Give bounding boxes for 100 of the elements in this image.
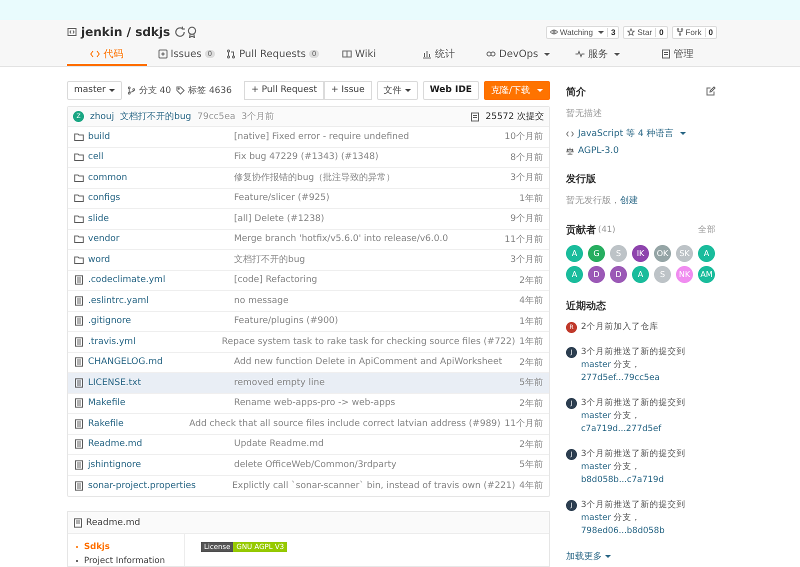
activity-link[interactable]: 277d5ef...79cc5ea: [581, 373, 660, 383]
repo-title[interactable]: jenkin / sdkjs: [81, 25, 170, 39]
commit-message[interactable]: 文档打不开的bug: [234, 253, 506, 266]
branch-dropdown[interactable]: master: [67, 80, 122, 100]
activity-link[interactable]: master: [581, 360, 611, 370]
file-icon: [74, 460, 84, 470]
file-name[interactable]: common: [88, 172, 230, 183]
edit-icon: [706, 86, 716, 96]
file-name[interactable]: .eslintrc.yaml: [88, 296, 230, 306]
create-link[interactable]: 创建: [620, 196, 638, 206]
file-name[interactable]: Rakefile: [88, 418, 186, 429]
commit-message[interactable]: Feature/slicer (#925): [234, 193, 516, 204]
file-row[interactable]: Rakefile Add check that all source files include correct latvian address (#989) 11个月前: [68, 414, 549, 434]
web-ide-button[interactable]: Web IDE: [422, 80, 479, 100]
nav-tab[interactable]: 管理: [637, 44, 717, 66]
all-link[interactable]: 全部: [698, 224, 716, 236]
contributor-avatar[interactable]: IK: [632, 245, 649, 262]
commit-message[interactable]: Repace system task to rake task for checking source files (#722): [222, 336, 516, 347]
file-row[interactable]: Makefile Rename web-apps-pro -> web-apps 2年前: [68, 394, 549, 414]
activity-link[interactable]: 798ed06...b8d058b: [581, 526, 665, 536]
file-row[interactable]: vendor Merge branch 'hotfix/v5.6.0' into release/v6.0.0 11个月前: [68, 230, 549, 250]
caret-icon: [108, 88, 115, 92]
file-row[interactable]: configs Feature/slicer (#925) 1年前: [68, 188, 549, 209]
commit-message[interactable]: Rename web-apps-pro -> web-apps: [234, 398, 516, 408]
activity-link[interactable]: master: [581, 513, 611, 523]
commit-message[interactable]: Explictly call `sonar-scanner` bin, instead of travis own (#221): [232, 480, 516, 491]
file-name[interactable]: .gitignore: [88, 316, 230, 326]
nav-tab[interactable]: 统计: [398, 44, 478, 66]
file-row[interactable]: .gitignore Feature/plugins (#900) 1年前: [68, 312, 549, 332]
commit-message[interactable]: [native] Fixed error - require undefined: [234, 132, 501, 142]
file-name[interactable]: Makefile: [88, 398, 230, 408]
file-icon: [74, 378, 84, 388]
activity-link[interactable]: master: [581, 462, 611, 472]
commit-message[interactable]: removed empty line: [234, 378, 516, 388]
star-button[interactable]: Star 0: [623, 26, 668, 38]
file-name[interactable]: cell: [88, 152, 230, 162]
file-name[interactable]: sonar-project.properties: [88, 480, 228, 491]
activity-link[interactable]: c7a719d...277d5ef: [581, 424, 662, 434]
activity-link[interactable]: master: [581, 411, 611, 421]
commit-author[interactable]: zhouj: [90, 112, 114, 122]
file-row[interactable]: LICENSE.txt removed empty line 5年前: [68, 373, 549, 394]
file-name[interactable]: slide: [88, 214, 230, 224]
contributor-avatar[interactable]: D: [610, 266, 627, 283]
file-row[interactable]: build [native] Fixed error - require undefined 10个月前: [68, 127, 549, 148]
file-time: 11个月前: [504, 234, 543, 246]
file-row[interactable]: sonar-project.properties Explictly call `sonar-scanner` bin, instead of travis own (#221) 4年前: [68, 476, 549, 496]
commit-message[interactable]: Feature/plugins (#900): [234, 316, 516, 326]
file-name[interactable]: .codeclimate.yml: [88, 275, 230, 286]
commit-message[interactable]: 文档打不开的bug: [120, 110, 192, 123]
badge-icon: [186, 26, 198, 38]
file-row[interactable]: jshintignore delete OfficeWeb/Common/3rdparty 5年前: [68, 455, 549, 476]
license-link[interactable]: AGPL-3.0: [578, 146, 619, 156]
file-row[interactable]: .eslintrc.yaml no message 4年前: [68, 291, 549, 312]
file-name[interactable]: vendor: [88, 234, 230, 244]
activity-link[interactable]: b8d058b...c7a719d: [581, 475, 664, 485]
file-dropdown[interactable]: 文件: [376, 80, 418, 100]
file-row[interactable]: Readme.md Update Readme.md 2年前: [68, 434, 549, 455]
file-name[interactable]: word: [88, 254, 230, 265]
file-name[interactable]: Readme.md: [88, 439, 230, 450]
section-title: 近期动态: [566, 300, 606, 313]
file-name[interactable]: jshintignore: [88, 460, 230, 470]
watch-button[interactable]: Watching 3: [546, 26, 620, 38]
file-icon: [74, 357, 84, 368]
new-button[interactable]: + Issue: [324, 80, 372, 100]
new-button[interactable]: + Pull Request: [244, 80, 324, 100]
branch-count[interactable]: 分支 40: [138, 84, 172, 96]
commit-message[interactable]: Update Readme.md: [234, 439, 516, 450]
tag-count[interactable]: 标签 4636: [188, 84, 232, 96]
commit-message[interactable]: [code] Refactoring: [234, 275, 516, 286]
file-time: 9个月前: [510, 212, 543, 226]
file-row[interactable]: .codeclimate.yml [code] Refactoring 2年前: [68, 270, 549, 291]
commit-message[interactable]: [all] Delete (#1238): [234, 214, 506, 224]
commit-message[interactable]: Add check that all source files include correct latvian address (#989): [189, 418, 501, 429]
fork-button[interactable]: Fork 0: [672, 26, 717, 38]
file-time: 1年前: [519, 336, 543, 348]
file-name[interactable]: build: [88, 132, 230, 142]
commit-count[interactable]: 25572 次提交: [486, 110, 544, 123]
load-more-link[interactable]: 加载更多: [566, 550, 611, 563]
commit-message[interactable]: no message: [234, 296, 516, 306]
commit-message[interactable]: 修复协作报错的bug（批注导致的异常）: [234, 171, 506, 184]
commit-message[interactable]: Add new function Delete in ApiComment and ApiWorksheet: [234, 357, 516, 368]
file-name[interactable]: .travis.yml: [88, 336, 218, 347]
languages-link[interactable]: JavaScript 等 4 种语言: [578, 127, 674, 140]
file-name[interactable]: configs: [88, 193, 230, 204]
file-row[interactable]: cell Fix bug 47229 (#1343) (#1348) 8个月前: [68, 148, 549, 168]
file-name[interactable]: CHANGELOG.md: [88, 357, 230, 368]
nav-tab[interactable]: DevOps: [478, 44, 558, 66]
commit-message[interactable]: delete OfficeWeb/Common/3rdparty: [234, 460, 516, 470]
file-name[interactable]: LICENSE.txt: [88, 378, 230, 388]
file-row[interactable]: .travis.yml Repace system task to rake task for checking source files (#722) 1年前: [68, 332, 549, 352]
nav-tab[interactable]: 服务: [558, 44, 638, 66]
nav-tab[interactable]: Wiki: [319, 44, 399, 66]
contributor-avatar[interactable]: D: [588, 266, 605, 283]
toc-item[interactable]: Project Information: [76, 556, 184, 566]
commit-message[interactable]: Fix bug 47229 (#1343) (#1348): [234, 152, 506, 162]
commit-message[interactable]: Merge branch 'hotfix/v5.6.0' into release/v6.0.0: [234, 234, 501, 244]
infinity-icon: [486, 49, 496, 59]
file-row[interactable]: common 修复协作报错的bug（批注导致的异常） 3个月前: [68, 168, 549, 188]
file-row[interactable]: word 文档打不开的bug 3个月前: [68, 250, 549, 270]
file-row[interactable]: slide [all] Delete (#1238) 9个月前: [68, 209, 549, 230]
